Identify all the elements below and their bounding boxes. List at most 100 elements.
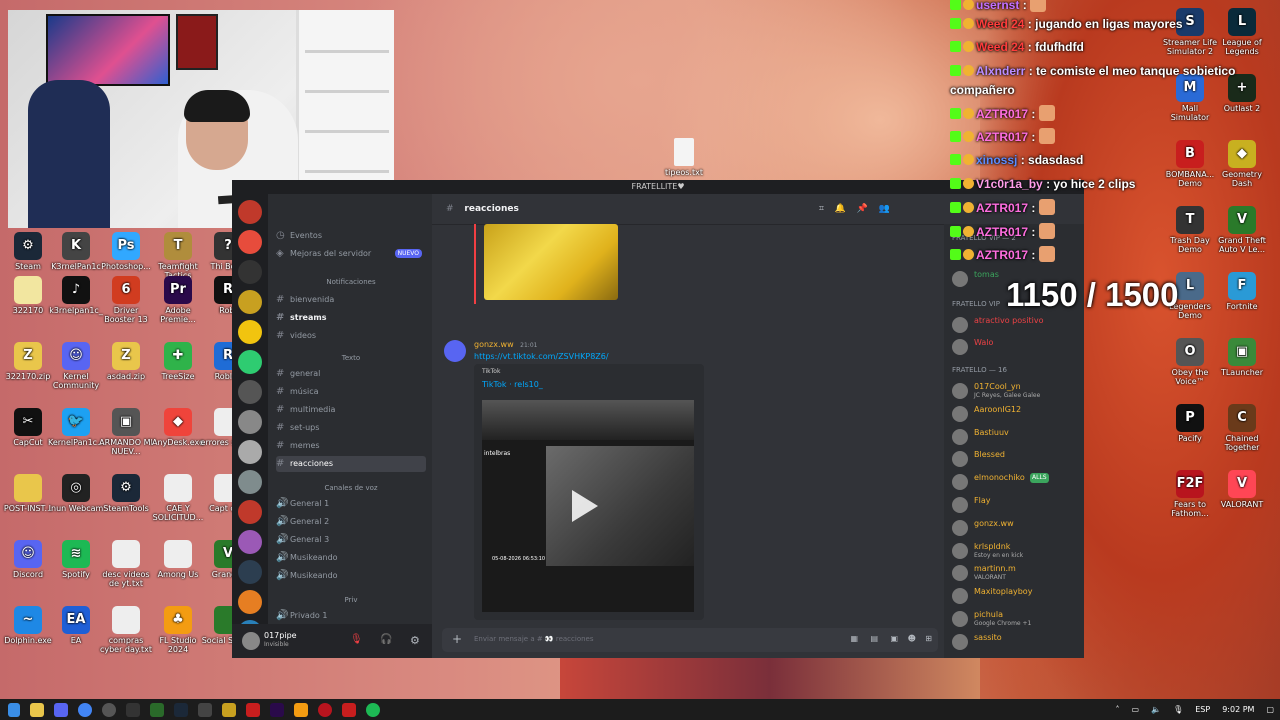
channel-mejoras[interactable]: ◈ Mejoras del servidor NUEVO [276,246,426,262]
desktop-icon-league-of-legends[interactable]: L League of Legends [1214,8,1270,57]
network-icon[interactable]: ▭ [1132,705,1140,714]
app-icon[interactable] [342,702,356,717]
server-icon[interactable] [238,230,262,254]
channel-general-3[interactable]: 🔊 General 3 [276,532,426,548]
desktop-icon-outlast-2[interactable]: + Outlast 2 [1214,74,1270,114]
desktop-icon-fears-to-fathom[interactable]: F2F Fears to Fathom... [1162,470,1218,519]
start-icon[interactable] [8,702,20,717]
chat-username[interactable]: AZTR017 [976,225,1028,239]
desktop-icon-k3rnelpan1c[interactable]: K K3rnelPan1c [48,232,104,272]
notification-icon[interactable]: ▢ [1266,705,1274,714]
chrome-icon[interactable] [78,702,92,717]
members-icon[interactable]: 👥 [879,194,890,224]
chat-username[interactable]: AZTR017 [976,201,1028,215]
desktop-icon-armando-mi-nuev[interactable]: ▣ ARMANDO MI NUEV... [98,408,154,457]
desktop-icon-mall-simulator[interactable]: M Mall Simulator [1162,74,1218,123]
app-icon[interactable] [198,702,212,717]
channel-musikeando[interactable]: 🔊 Musikeando [276,568,426,584]
member-bastiuuv[interactable]: Bastiuuv [952,428,1082,446]
member-maxitoplayboy[interactable]: Maxitoplayboy [952,587,1082,605]
chat-username[interactable]: usernst [976,0,1019,12]
server-icon[interactable] [238,200,262,224]
channel-bienvenida[interactable]: # bienvenida [276,292,426,308]
desktop-icon-k3rnelpan1c[interactable]: ♪ k3rnelpan1c_ [48,276,104,316]
desktop-icon-tlauncher[interactable]: ▣ TLauncher [1214,338,1270,378]
desktop-icon-bombana-demo[interactable]: B BOMBANA... Demo [1162,140,1218,189]
explorer-icon[interactable] [30,702,44,717]
desktop-icon-fortnite[interactable]: F Fortnite [1214,272,1270,312]
server-icon[interactable] [238,290,262,314]
chat-username[interactable]: Weed 24 [976,40,1024,54]
fl-studio-task-icon[interactable] [294,702,308,717]
channel-reacciones[interactable]: # reacciones [276,456,426,472]
server-icon[interactable] [238,380,262,404]
deafen-icon[interactable]: 🎧 [380,634,392,645]
desktop-icon-kernelpan1c[interactable]: 🐦 KernelPan1c... [48,408,105,448]
desktop-icon-grand-theft-auto-v-le[interactable]: V Grand Theft Auto V Le... [1214,206,1270,255]
desktop-icon-steamtools[interactable]: ⚙ SteamTools [98,474,154,514]
desktop-icon-anydesk-exe[interactable]: ◆ AnyDesk.exe [150,408,206,448]
member-aaroonig12[interactable]: AaroonIG12 [952,405,1082,423]
capture-icon[interactable] [126,702,140,717]
member-elmonochiko[interactable]: elmonochiko ALLS [952,473,1082,491]
server-icon[interactable] [238,410,262,434]
settings-gear-icon[interactable]: ⚙ [410,634,420,647]
channel-videos[interactable]: # videos [276,328,426,344]
bell-icon[interactable]: 🔔 [835,194,846,224]
attach-plus-icon[interactable]: + [452,632,462,646]
channel-set-ups[interactable]: # set-ups [276,420,426,436]
message-input[interactable]: + Enviar mensaje a # 👀 reacciones ▦ ▤ ▣ … [442,628,938,652]
avatar[interactable] [242,632,260,650]
chips-image[interactable] [484,224,618,300]
app-icon[interactable] [246,702,260,717]
member-blessed[interactable]: Blessed [952,450,1082,468]
channel-general-1[interactable]: 🔊 General 1 [276,496,426,512]
member-atractivo-positivo[interactable]: atractivo positivo [952,316,1082,334]
gift-icon[interactable]: ▦ [850,634,858,643]
channel-privado-1[interactable]: 🔊 Privado 1 [276,608,426,624]
message-link[interactable]: https://vt.tiktok.com/ZSVHKP8Z6/ [474,352,609,361]
play-icon[interactable] [572,490,598,522]
tray-chevron-icon[interactable]: ˄ [1116,705,1120,714]
desktop-file-icon[interactable]: tipeos.txt [656,138,712,178]
member-walo[interactable]: Walo [952,338,1082,356]
member-flay[interactable]: Flay [952,496,1082,514]
desktop-icon-chained-together[interactable]: C Chained Together [1214,404,1270,453]
premiere-task-icon[interactable] [270,702,284,717]
channel-general[interactable]: # general [276,366,426,382]
server-icon[interactable] [238,320,262,344]
embed-title[interactable]: TikTok · rels10_ [482,380,543,389]
gif-icon[interactable]: ▤ [870,634,878,643]
category-priv[interactable]: Priv [276,596,426,604]
server-icon[interactable] [238,260,262,284]
spotify-task-icon[interactable] [366,702,380,717]
category-texto[interactable]: Texto [276,354,426,362]
desktop-icon-among-us[interactable]: Among Us [150,540,206,580]
chat-username[interactable]: xinossj [976,153,1017,167]
channel-eventos[interactable]: ◷ Eventos [276,228,426,244]
message-author[interactable]: gonzx.ww [474,340,514,349]
volume-icon[interactable]: 🔈 [1151,705,1161,714]
desktop-icon-fl-studio-2024[interactable]: ♣ FL Studio 2024 [150,606,206,655]
desktop-icon-asdad-zip[interactable]: Zasdad.zip [98,342,154,382]
desktop-icon-treesize[interactable]: ✚ TreeSize [150,342,206,382]
desktop-icon-ea[interactable]: EA EA [48,606,104,646]
author-avatar[interactable] [444,340,466,362]
app-icon[interactable] [318,702,332,717]
desktop-icon-spotify[interactable]: ≋ Spotify [48,540,104,580]
chat-username[interactable]: AZTR017 [976,107,1028,121]
desktop-icon-cae-y-solicitud[interactable]: CAE Y SOLICITUD... [150,474,206,523]
server-icon[interactable] [238,440,262,464]
apps-icon[interactable]: ⊞ [925,634,932,643]
sticker-icon[interactable]: ▣ [890,634,898,643]
emoji-icon[interactable]: ☻ [908,634,916,643]
server-icon[interactable] [238,470,262,494]
desktop-icon-kernel-community[interactable]: ☺ Kernel Community [48,342,104,391]
desktop-icon-driver-booster-13[interactable]: 6 Driver Booster 13 [98,276,154,325]
app-icon[interactable] [222,702,236,717]
channel-m-sica[interactable]: # música [276,384,426,400]
desktop-icon-compras-cyber-day-txt[interactable]: compras cyber day.txt [98,606,154,655]
clock[interactable]: 9:02 PM [1222,705,1254,714]
server-icon[interactable] [238,350,262,374]
chat-username[interactable]: Alxnderr [976,64,1025,78]
